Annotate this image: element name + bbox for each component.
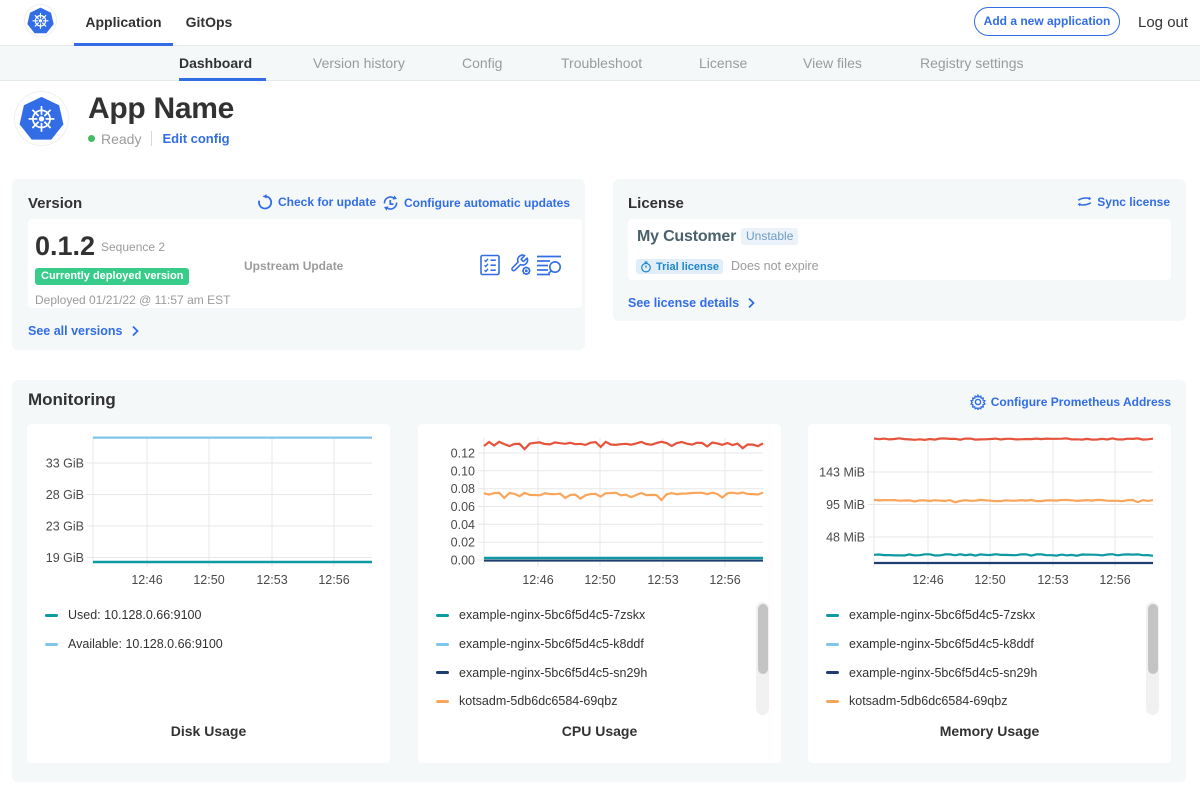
svg-text:12:50: 12:50: [193, 573, 224, 587]
svg-text:12:56: 12:56: [318, 573, 349, 587]
svg-text:0.04: 0.04: [451, 518, 475, 532]
svg-text:12:56: 12:56: [709, 573, 740, 587]
svg-text:12:53: 12:53: [256, 573, 287, 587]
svg-text:0.02: 0.02: [451, 536, 475, 550]
svg-text:19 GiB: 19 GiB: [46, 551, 84, 565]
svg-text:143 MiB: 143 MiB: [819, 466, 865, 480]
svg-text:12:53: 12:53: [647, 573, 678, 587]
svg-text:12:46: 12:46: [522, 573, 553, 587]
svg-text:12:53: 12:53: [1037, 573, 1068, 587]
svg-text:0.08: 0.08: [451, 482, 475, 496]
svg-text:12:50: 12:50: [584, 573, 615, 587]
svg-text:12:56: 12:56: [1099, 573, 1130, 587]
svg-text:48 MiB: 48 MiB: [826, 531, 865, 545]
svg-text:28 GiB: 28 GiB: [46, 488, 84, 502]
svg-text:0.06: 0.06: [451, 500, 475, 514]
svg-text:12:46: 12:46: [912, 573, 943, 587]
svg-text:12:46: 12:46: [131, 573, 162, 587]
svg-text:12:50: 12:50: [974, 573, 1005, 587]
svg-text:33 GiB: 33 GiB: [46, 457, 84, 471]
svg-text:0.00: 0.00: [451, 554, 475, 568]
svg-text:95 MiB: 95 MiB: [826, 498, 865, 512]
svg-text:23 GiB: 23 GiB: [46, 520, 84, 534]
svg-text:0.12: 0.12: [451, 447, 475, 461]
svg-text:0.10: 0.10: [451, 464, 475, 478]
